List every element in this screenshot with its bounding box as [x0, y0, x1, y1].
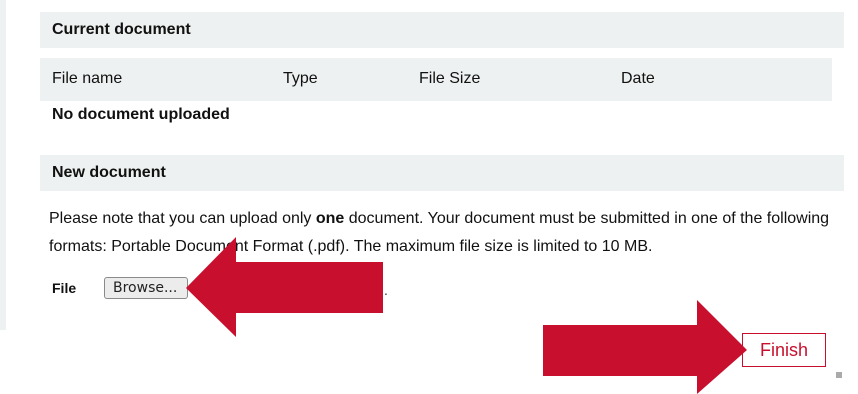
column-type: Type: [283, 70, 318, 87]
upload-note: Please note that you can upload only one…: [49, 205, 839, 261]
left-rule: [0, 0, 6, 330]
current-document-title: Current document: [52, 21, 191, 38]
note-text-prefix: Please note that you can upload only: [49, 210, 316, 227]
browse-button[interactable]: Browse...: [104, 277, 188, 299]
finish-button[interactable]: Finish: [742, 333, 826, 367]
file-status-text: .: [384, 282, 388, 298]
corner-mark: [836, 372, 842, 378]
current-document-header: Current document: [40, 12, 844, 48]
new-document-header: New document: [40, 155, 844, 191]
new-document-title: New document: [52, 164, 166, 181]
file-label: File: [52, 280, 77, 296]
column-date: Date: [621, 70, 655, 87]
no-document-message: No document uploaded: [52, 106, 230, 123]
document-table-header: File name Type File Size Date: [40, 58, 832, 101]
upload-panel: Current document File name Type File Siz…: [34, 0, 844, 330]
column-file-size: File Size: [419, 70, 481, 87]
note-text-bold: one: [315, 210, 345, 227]
column-file-name: File name: [52, 70, 123, 87]
